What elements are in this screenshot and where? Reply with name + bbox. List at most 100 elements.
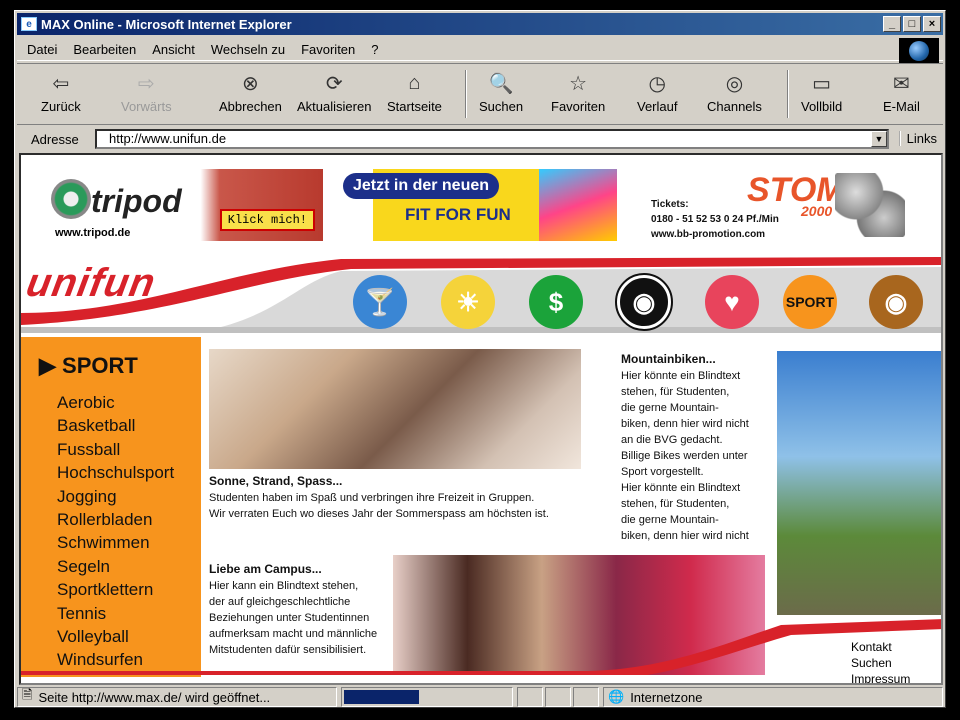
- mail-icon: ✉: [893, 72, 910, 95]
- sidebar-item-jogging[interactable]: Jogging: [57, 485, 174, 508]
- klick-mich-button[interactable]: Klick mich!: [219, 209, 315, 231]
- toolbar-suchen-button[interactable]: 🔍 Suchen: [479, 70, 524, 115]
- toolbar-aktualisieren-button[interactable]: ⟳ Aktualisieren: [297, 70, 371, 115]
- toolbar-label: Suchen: [479, 99, 524, 114]
- home-icon: ⌂: [408, 71, 421, 94]
- sport-icon[interactable]: SPORT: [783, 275, 837, 329]
- menu-bar: Datei Bearbeiten Ansicht Wechseln zu Fav…: [17, 39, 943, 61]
- forward-arrow-icon: ⇨: [137, 72, 155, 95]
- bike-title[interactable]: Mountainbiken...: [621, 352, 716, 366]
- cocktail-icon[interactable]: 🍸: [353, 275, 407, 329]
- beach-article: Sonne, Strand, Spass... Studenten haben …: [209, 473, 609, 522]
- record-icon[interactable]: ◉: [615, 273, 673, 331]
- toolbar-label: Vorwärts: [121, 99, 172, 114]
- sidebar-item-basketball[interactable]: Basketball: [57, 414, 174, 437]
- history-icon: ◷: [648, 72, 666, 95]
- favorites-folder-icon: ☆: [569, 72, 588, 95]
- toolbar-email-button[interactable]: ✉ E-Mail: [883, 70, 920, 115]
- sidebar-item-fussball[interactable]: Fussball: [57, 438, 174, 461]
- status-pane: [517, 687, 543, 707]
- links-button[interactable]: Links: [898, 131, 937, 146]
- toolbar-verlauf-button[interactable]: ◷ Verlauf: [637, 70, 677, 115]
- close-button[interactable]: ×: [923, 16, 941, 32]
- address-input[interactable]: http://www.unifun.de: [95, 129, 889, 149]
- impressum-link[interactable]: Impressum: [851, 671, 910, 683]
- status-text: 🗎 Seite http://www.max.de/ wird geöffnet…: [17, 687, 337, 707]
- menu-help[interactable]: ?: [371, 42, 378, 57]
- beach-title[interactable]: Sonne, Strand, Spass...: [209, 474, 342, 488]
- dollar-icon[interactable]: $: [529, 275, 583, 329]
- heart-icon[interactable]: ♥: [705, 275, 759, 329]
- bike-line: an die BVG gedacht.: [621, 434, 723, 446]
- menu-ansicht[interactable]: Ansicht: [152, 42, 195, 57]
- zone-pane: 🌐 Internetzone: [603, 687, 943, 707]
- menu-wechseln[interactable]: Wechseln zu: [211, 42, 285, 57]
- fitforfun-banner[interactable]: Jetzt in der neuen FIT FOR FUN: [343, 169, 617, 241]
- toolbar-vorwrts-button[interactable]: ⇨ Vorwärts: [121, 70, 172, 115]
- progress-fill: [344, 690, 419, 704]
- beach-group-photo[interactable]: [209, 349, 581, 469]
- toolbar-abbrechen-button[interactable]: ⊗ Abbrechen: [219, 70, 282, 115]
- footer-links: Kontakt Suchen Impressum: [851, 639, 910, 683]
- menu-favoriten[interactable]: Favoriten: [301, 42, 355, 57]
- address-label: Adresse: [31, 131, 79, 147]
- toolbar-channels-button[interactable]: ◎ Channels: [707, 70, 762, 115]
- web-page: tripod www.tripod.de Klick mich! Jetzt i…: [19, 153, 943, 685]
- ie-throbber-icon: [899, 38, 939, 64]
- back-arrow-icon: ⇦: [52, 72, 70, 95]
- ie-icon: e: [21, 17, 37, 31]
- toolbar-label: Startseite: [387, 99, 442, 114]
- unifun-logo[interactable]: unifun: [23, 261, 159, 306]
- toolbar-vollbild-button[interactable]: ▭ Vollbild: [801, 70, 842, 115]
- stomp-year: 2000: [801, 203, 833, 219]
- menu-datei[interactable]: Datei: [27, 42, 57, 57]
- toolbar-startseite-button[interactable]: ⌂ Startseite: [387, 70, 442, 115]
- status-message: Seite http://www.max.de/ wird geöffnet..…: [38, 689, 271, 705]
- toolbar-label: E-Mail: [883, 99, 920, 114]
- menu-bearbeiten[interactable]: Bearbeiten: [73, 42, 136, 57]
- beach-line: Studenten haben im Spaß und verbringen i…: [209, 492, 535, 504]
- address-dropdown-icon[interactable]: ▼: [871, 131, 887, 147]
- sidebar-item-schwimmen[interactable]: Schwimmen: [57, 531, 174, 554]
- sun-icon[interactable]: ☀: [441, 275, 495, 329]
- sidebar-item-rollerbladen[interactable]: Rollerbladen: [57, 508, 174, 531]
- toolbar: ⇦ Zurück ⇨ Vorwärts ⊗ Abbrechen ⟳ Aktualisieren…: [17, 63, 943, 125]
- toolbar-zurck-button[interactable]: ⇦ Zurück: [41, 70, 81, 115]
- toolbar-label: Abbrechen: [219, 99, 282, 114]
- toolbar-favoriten-button[interactable]: ☆ Favoriten: [551, 70, 605, 115]
- fullscreen-icon: ▭: [812, 72, 832, 95]
- drummer-image: [835, 173, 905, 237]
- bike-line: stehen, für Studenten,: [621, 498, 730, 510]
- stomp-banner[interactable]: Tickets: 0180 - 51 52 53 0 24 Pf./Min ww…: [651, 169, 919, 241]
- status-pane: [573, 687, 599, 707]
- sidebar-item-sportklettern[interactable]: Sportklettern: [57, 578, 174, 601]
- bike-line: die gerne Mountain-: [621, 514, 719, 526]
- campus-title[interactable]: Liebe am Campus...: [209, 562, 322, 576]
- suchen-link[interactable]: Suchen: [851, 655, 910, 671]
- campus-line: Hier kann ein Blindtext stehen,: [209, 580, 359, 592]
- magazine-cover-image: [539, 169, 617, 241]
- bike-line: biken, denn hier wird nicht: [621, 530, 749, 542]
- toolbar-label: Channels: [707, 99, 762, 114]
- sidebar-item-aerobic[interactable]: Aerobic: [57, 391, 174, 414]
- tripod-banner[interactable]: tripod www.tripod.de Klick mich!: [51, 169, 323, 241]
- refresh-icon: ⟳: [325, 72, 343, 95]
- bike-line: stehen, für Studenten,: [621, 386, 730, 398]
- toolbar-separator: [465, 70, 467, 118]
- sidebar-item-segeln[interactable]: Segeln: [57, 555, 174, 578]
- maximize-button[interactable]: □: [903, 16, 921, 32]
- tripod-logo-text: tripod: [91, 183, 182, 219]
- bike-line: biken, denn hier wird nicht: [621, 418, 749, 430]
- eye-icon[interactable]: ◉: [869, 275, 923, 329]
- mountainbike-photo[interactable]: [777, 351, 941, 615]
- sidebar-item-hochschulsport[interactable]: Hochschulsport: [57, 461, 174, 484]
- fitforfun-title: FIT FOR FUN: [405, 205, 511, 224]
- address-bar: Adresse http://www.unifun.de ▼ Links: [17, 127, 943, 151]
- stop-icon: ⊗: [242, 72, 259, 95]
- kontakt-link[interactable]: Kontakt: [851, 639, 910, 655]
- channels-icon: ◎: [725, 72, 744, 95]
- bike-line: Hier könnte ein Blindtext: [621, 482, 741, 494]
- footer-swoosh: [21, 619, 941, 675]
- status-pane: [545, 687, 571, 707]
- minimize-button[interactable]: _: [883, 16, 901, 32]
